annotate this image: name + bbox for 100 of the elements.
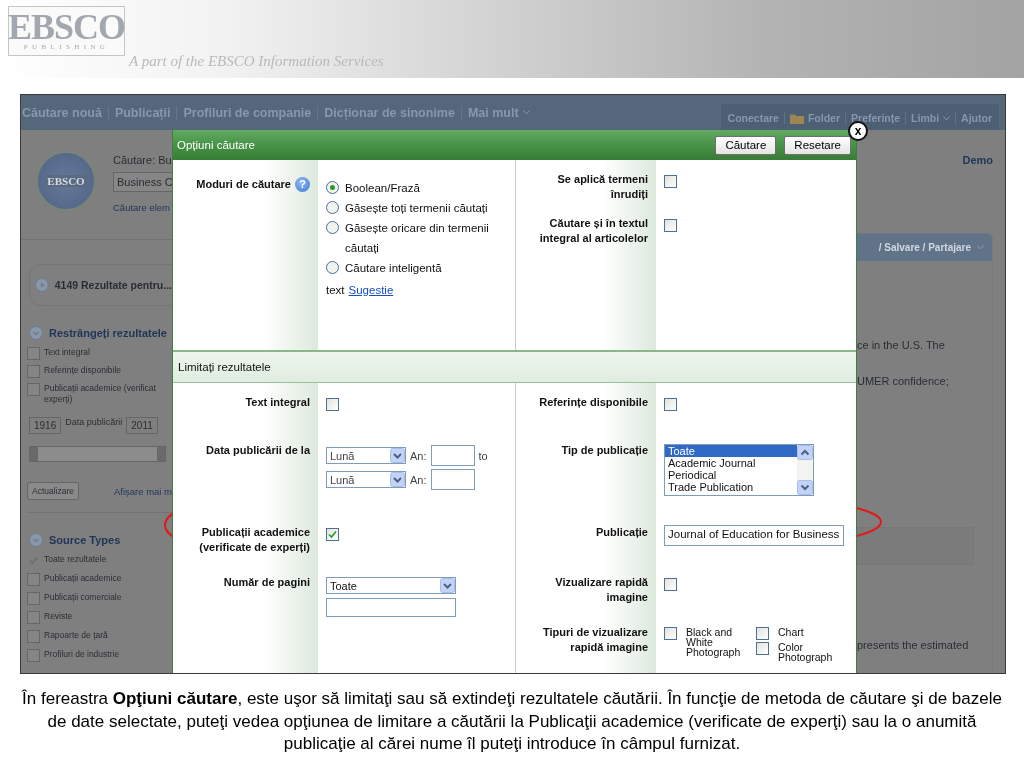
- checkbox-label: Rapoarte de țară: [44, 630, 108, 641]
- date-slider[interactable]: [29, 446, 166, 462]
- search-field[interactable]: Business C: [113, 172, 172, 192]
- checkbox[interactable]: [664, 577, 677, 591]
- advanced-search-link[interactable]: Căutare elem: [113, 202, 171, 213]
- radio-button[interactable]: [326, 201, 339, 214]
- month-dropdown[interactable]: Lună: [326, 471, 406, 488]
- folder-icon: [789, 112, 804, 124]
- checkbox-label: Publicații comerciale: [44, 592, 122, 603]
- text-snippet: UMER confidence;: [857, 375, 950, 387]
- hint-text: text: [326, 284, 345, 296]
- caret-icon: [390, 448, 405, 463]
- checkbox[interactable]: [27, 365, 40, 378]
- checkbox[interactable]: [27, 592, 40, 605]
- checkbox[interactable]: [27, 630, 40, 643]
- month-dropdown[interactable]: Lună: [326, 447, 406, 464]
- dialog-button[interactable]: Căutare: [715, 135, 777, 155]
- dialog-button[interactable]: Resetare: [784, 135, 851, 155]
- checkbox[interactable]: [27, 347, 40, 360]
- checkbox[interactable]: [664, 627, 677, 640]
- year-label: An:: [410, 449, 427, 462]
- checkbox[interactable]: [27, 573, 40, 586]
- checkbox[interactable]: [27, 611, 40, 624]
- radio-button[interactable]: [326, 181, 339, 194]
- section-title: Limitați rezultatele: [178, 361, 271, 373]
- user-name: Demo: [962, 154, 993, 168]
- checkbox[interactable]: [664, 397, 677, 411]
- checkbox-label: Black and White Photograph: [686, 627, 742, 657]
- checkbox[interactable]: [756, 627, 769, 640]
- hint-link[interactable]: Sugestie: [348, 284, 394, 296]
- option-label: Găsește oricare din termenii căutați: [345, 221, 490, 256]
- update-button[interactable]: Actualizare: [27, 482, 80, 500]
- list-option[interactable]: Toate: [665, 445, 797, 457]
- checkbox-label: Toate rezultatele: [44, 554, 107, 565]
- help-icon[interactable]: ?: [295, 177, 310, 192]
- list-option[interactable]: Trade Publication: [665, 481, 797, 493]
- checkbox[interactable]: [27, 383, 40, 396]
- scrollbar[interactable]: [797, 445, 813, 495]
- section-title: Restrângeți rezultatele: [49, 327, 167, 339]
- nav-link[interactable]: Folder: [783, 112, 846, 124]
- year-field[interactable]: 2011: [126, 417, 158, 434]
- field-label: Data publicării de la: [206, 443, 310, 458]
- field-label: Se aplică termeni înrudiți: [556, 172, 648, 202]
- field-label: Tip de publicație: [561, 443, 648, 458]
- year-field[interactable]: [430, 469, 475, 490]
- list-option[interactable]: Periodical: [665, 469, 797, 481]
- chevron-down-icon: [522, 110, 530, 115]
- field-label: Număr de pagini: [223, 575, 310, 590]
- logo-text: EBSCO: [45, 175, 87, 187]
- results-count: 4149 Rezultate pentru...: [54, 279, 172, 291]
- year-field[interactable]: 1916: [29, 417, 62, 434]
- field-label: Text integral: [245, 395, 310, 410]
- checkbox-label: Text integral: [44, 347, 90, 358]
- list-option[interactable]: Academic Journal: [665, 457, 797, 469]
- scroll-down-icon[interactable]: [797, 480, 813, 495]
- chevron-down-icon: [943, 115, 951, 121]
- menu-link[interactable]: Limbi: [905, 112, 956, 124]
- pages-dropdown[interactable]: Toate: [326, 577, 456, 594]
- nav-link[interactable]: Ajutor: [955, 112, 997, 124]
- checkbox-label: Publicații academice: [44, 573, 122, 584]
- year-field[interactable]: [430, 445, 475, 466]
- pages-field[interactable]: [326, 598, 456, 617]
- option-label: Boolean/Frază: [345, 181, 420, 196]
- publication-type-list[interactable]: Toate Academic Journal Periodical Trade Publication: [664, 444, 814, 496]
- checkbox[interactable]: [664, 218, 677, 232]
- year-label: An:: [410, 473, 427, 486]
- dialog-title: Opțiuni căutare: [177, 139, 255, 151]
- field-label: Referințe disponibile: [539, 395, 648, 410]
- checkbox[interactable]: [27, 649, 40, 662]
- scroll-up-icon[interactable]: [797, 445, 813, 460]
- range-label: to: [478, 449, 488, 462]
- logo-wordmark: EBSCO: [8, 10, 126, 43]
- caret-icon: [390, 472, 405, 487]
- checkbox-label: Publicații academice (verificat experți): [44, 383, 156, 405]
- text-snippet: presents the estimated: [857, 639, 970, 651]
- checkbox-label: Color Photograph: [778, 642, 834, 662]
- checkbox[interactable]: [326, 397, 339, 411]
- checkbox-label: Referințe disponibile: [44, 365, 122, 376]
- section-title: Source Types: [49, 534, 121, 546]
- checkbox[interactable]: [664, 174, 677, 188]
- checkbox-label: Profiluri de industrie: [44, 649, 120, 660]
- checkbox-label: Reviste: [44, 611, 73, 622]
- checkbox[interactable]: [756, 642, 769, 655]
- nav-link[interactable]: Conectare: [722, 112, 784, 124]
- option-label: Căutare inteligentă: [345, 261, 442, 276]
- field-label: Moduri de căutare: [196, 177, 291, 192]
- caption: În fereastra Opţiuni căutare, este uşor să limitaţi sau să extindeţi rezultatele căutării. În funcţie de metoda de căutare şi de bazele de date selectate, puteţi vedea opţiunea de limitare a căutării la Publicaţii academice (verificate de experţi) sau la o anumită publicaţie al cărei nume îl puteţi introduce în câmpul furnizat.: [22, 688, 1002, 755]
- show-more-link[interactable]: Afișare mai m: [113, 485, 172, 497]
- field-label: Căutare și în textul integral al articolelor: [538, 216, 648, 246]
- date-label: Data publicării: [65, 417, 123, 427]
- chevron-down-icon: [977, 245, 984, 250]
- search-label: Căutare: Bu: [113, 154, 172, 166]
- caret-icon: [440, 578, 455, 593]
- panel-tab[interactable]: / Salvare / Partajare: [857, 234, 992, 261]
- field-label: Vizualizare rapidă imagine: [554, 575, 648, 605]
- radio-button[interactable]: [326, 261, 339, 274]
- option-label: Găsește toți termenii căutați: [345, 201, 488, 216]
- text-snippet: ce in the U.S. The: [857, 339, 946, 351]
- radio-button[interactable]: [326, 221, 339, 234]
- field-label: Tipuri de vizualizare rapidă imagine: [542, 625, 648, 655]
